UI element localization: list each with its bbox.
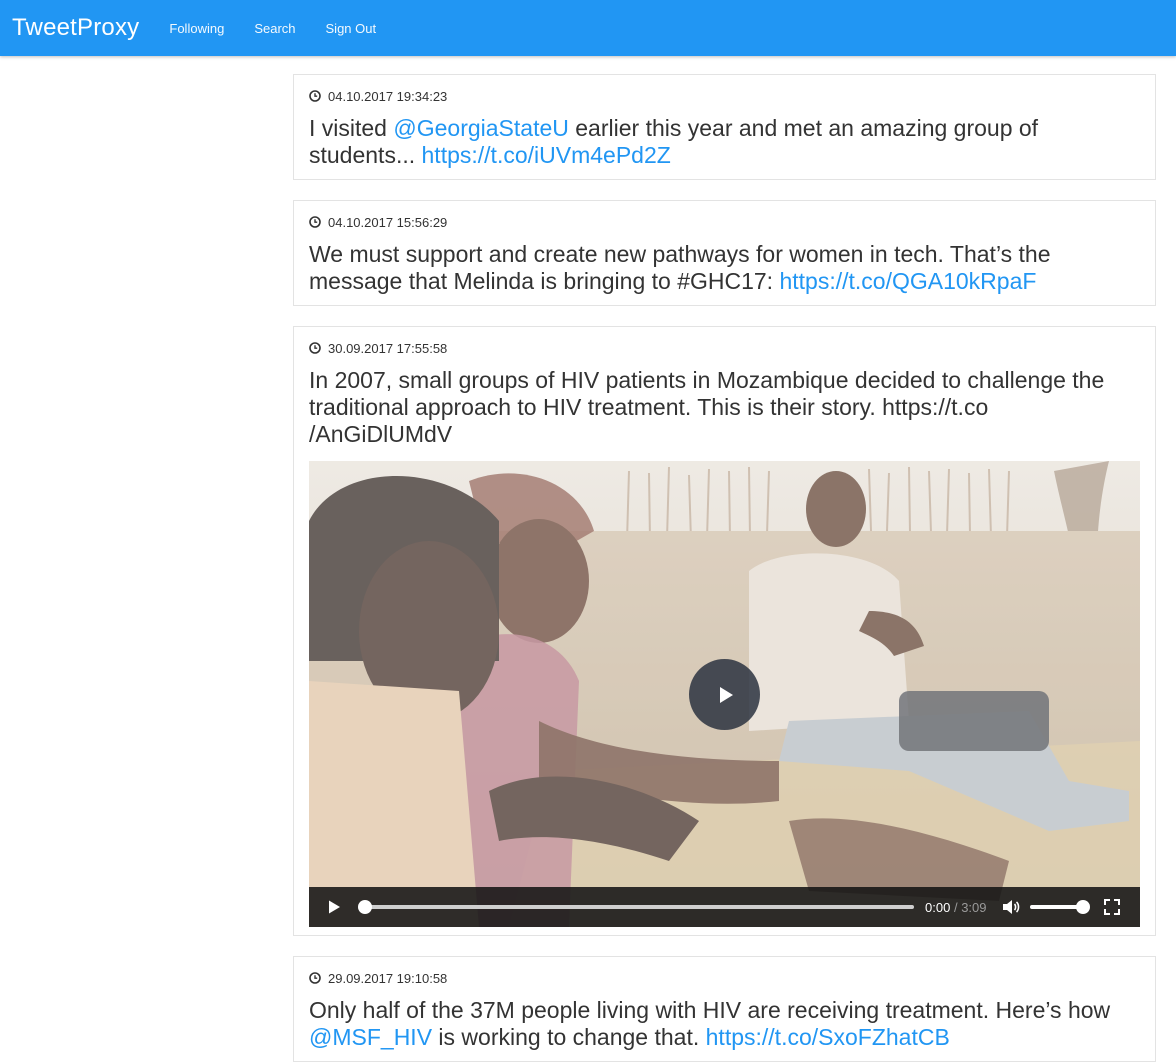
video-controls: 0:00 / 3:09 [309, 887, 1140, 927]
volume-slider[interactable] [1029, 900, 1090, 914]
video-player[interactable]: 0:00 / 3:09 [309, 461, 1140, 927]
tweet-text-segment: /AnGiDlUMdV [309, 421, 453, 447]
tweet-text: In 2007, small groups of HIV patients in… [309, 367, 1140, 448]
volume-handle[interactable] [1075, 900, 1090, 914]
clock-icon [309, 90, 321, 102]
tweet-text: Only half of the 37M people living with … [309, 997, 1140, 1051]
tweet-card: 29.09.2017 19:10:58 Only half of the 37M… [293, 956, 1156, 1062]
tweet-timestamp: 30.09.2017 17:55:58 [328, 340, 448, 356]
tweet-text-segment: I visited [309, 115, 394, 141]
nav-link-sign-out[interactable]: Sign Out [326, 21, 377, 36]
brand-logo[interactable]: TweetProxy [12, 14, 139, 42]
big-play-button[interactable] [689, 659, 760, 730]
tweet-feed: 04.10.2017 19:34:23 I visited @GeorgiaSt… [293, 74, 1156, 1063]
fullscreen-icon[interactable] [1103, 899, 1120, 915]
nav-link-search[interactable]: Search [254, 21, 295, 36]
tweet-timestamp: 04.10.2017 15:56:29 [328, 214, 448, 230]
time-separator: / [953, 899, 958, 915]
progress-handle[interactable] [358, 900, 372, 914]
video-progress-bar[interactable] [358, 900, 914, 914]
tweet-card: 04.10.2017 15:56:29 We must support and … [293, 200, 1156, 306]
play-icon[interactable] [326, 899, 342, 915]
clock-icon [309, 972, 321, 984]
url-link[interactable]: https://t.co/QGA10kRpaF [779, 268, 1036, 294]
tweet-text-segment: Only half of the 37M people living with … [309, 997, 1111, 1023]
tweet-meta: 29.09.2017 19:10:58 [309, 970, 1140, 986]
tweet-meta: 04.10.2017 15:56:29 [309, 214, 1140, 230]
clock-icon [309, 342, 321, 354]
volume-icon[interactable] [1002, 899, 1020, 915]
play-icon [719, 686, 733, 703]
mention-link[interactable]: @MSF_HIV [309, 1024, 432, 1050]
tweet-meta: 04.10.2017 19:34:23 [309, 88, 1140, 104]
mention-link[interactable]: @GeorgiaStateU [393, 115, 569, 141]
tweet-text-segment: In 2007, small groups of HIV patients in… [309, 367, 1105, 420]
url-link[interactable]: https://t.co/iUVm4ePd2Z [422, 142, 671, 168]
tweet-text: We must support and create new pathways … [309, 241, 1140, 295]
top-navbar: TweetProxy Following Search Sign Out [0, 0, 1176, 56]
url-link[interactable]: https://t.co/SxoFZhatCB [706, 1024, 950, 1050]
tweet-timestamp: 04.10.2017 19:34:23 [328, 88, 448, 104]
tweet-card: 04.10.2017 19:34:23 I visited @GeorgiaSt… [293, 74, 1156, 180]
clock-icon [309, 216, 321, 228]
nav-link-following[interactable]: Following [169, 21, 224, 36]
tweet-text: I visited @GeorgiaStateU earlier this ye… [309, 115, 1140, 169]
tweet-text-segment: is working to change that. [432, 1024, 706, 1050]
duration: 3:09 [961, 899, 987, 915]
video-time: 0:00 / 3:09 [925, 900, 987, 915]
current-time: 0:00 [925, 899, 951, 915]
tweet-meta: 30.09.2017 17:55:58 [309, 340, 1140, 356]
tweet-timestamp: 29.09.2017 19:10:58 [328, 970, 448, 986]
tweet-card: 30.09.2017 17:55:58 In 2007, small group… [293, 326, 1156, 936]
